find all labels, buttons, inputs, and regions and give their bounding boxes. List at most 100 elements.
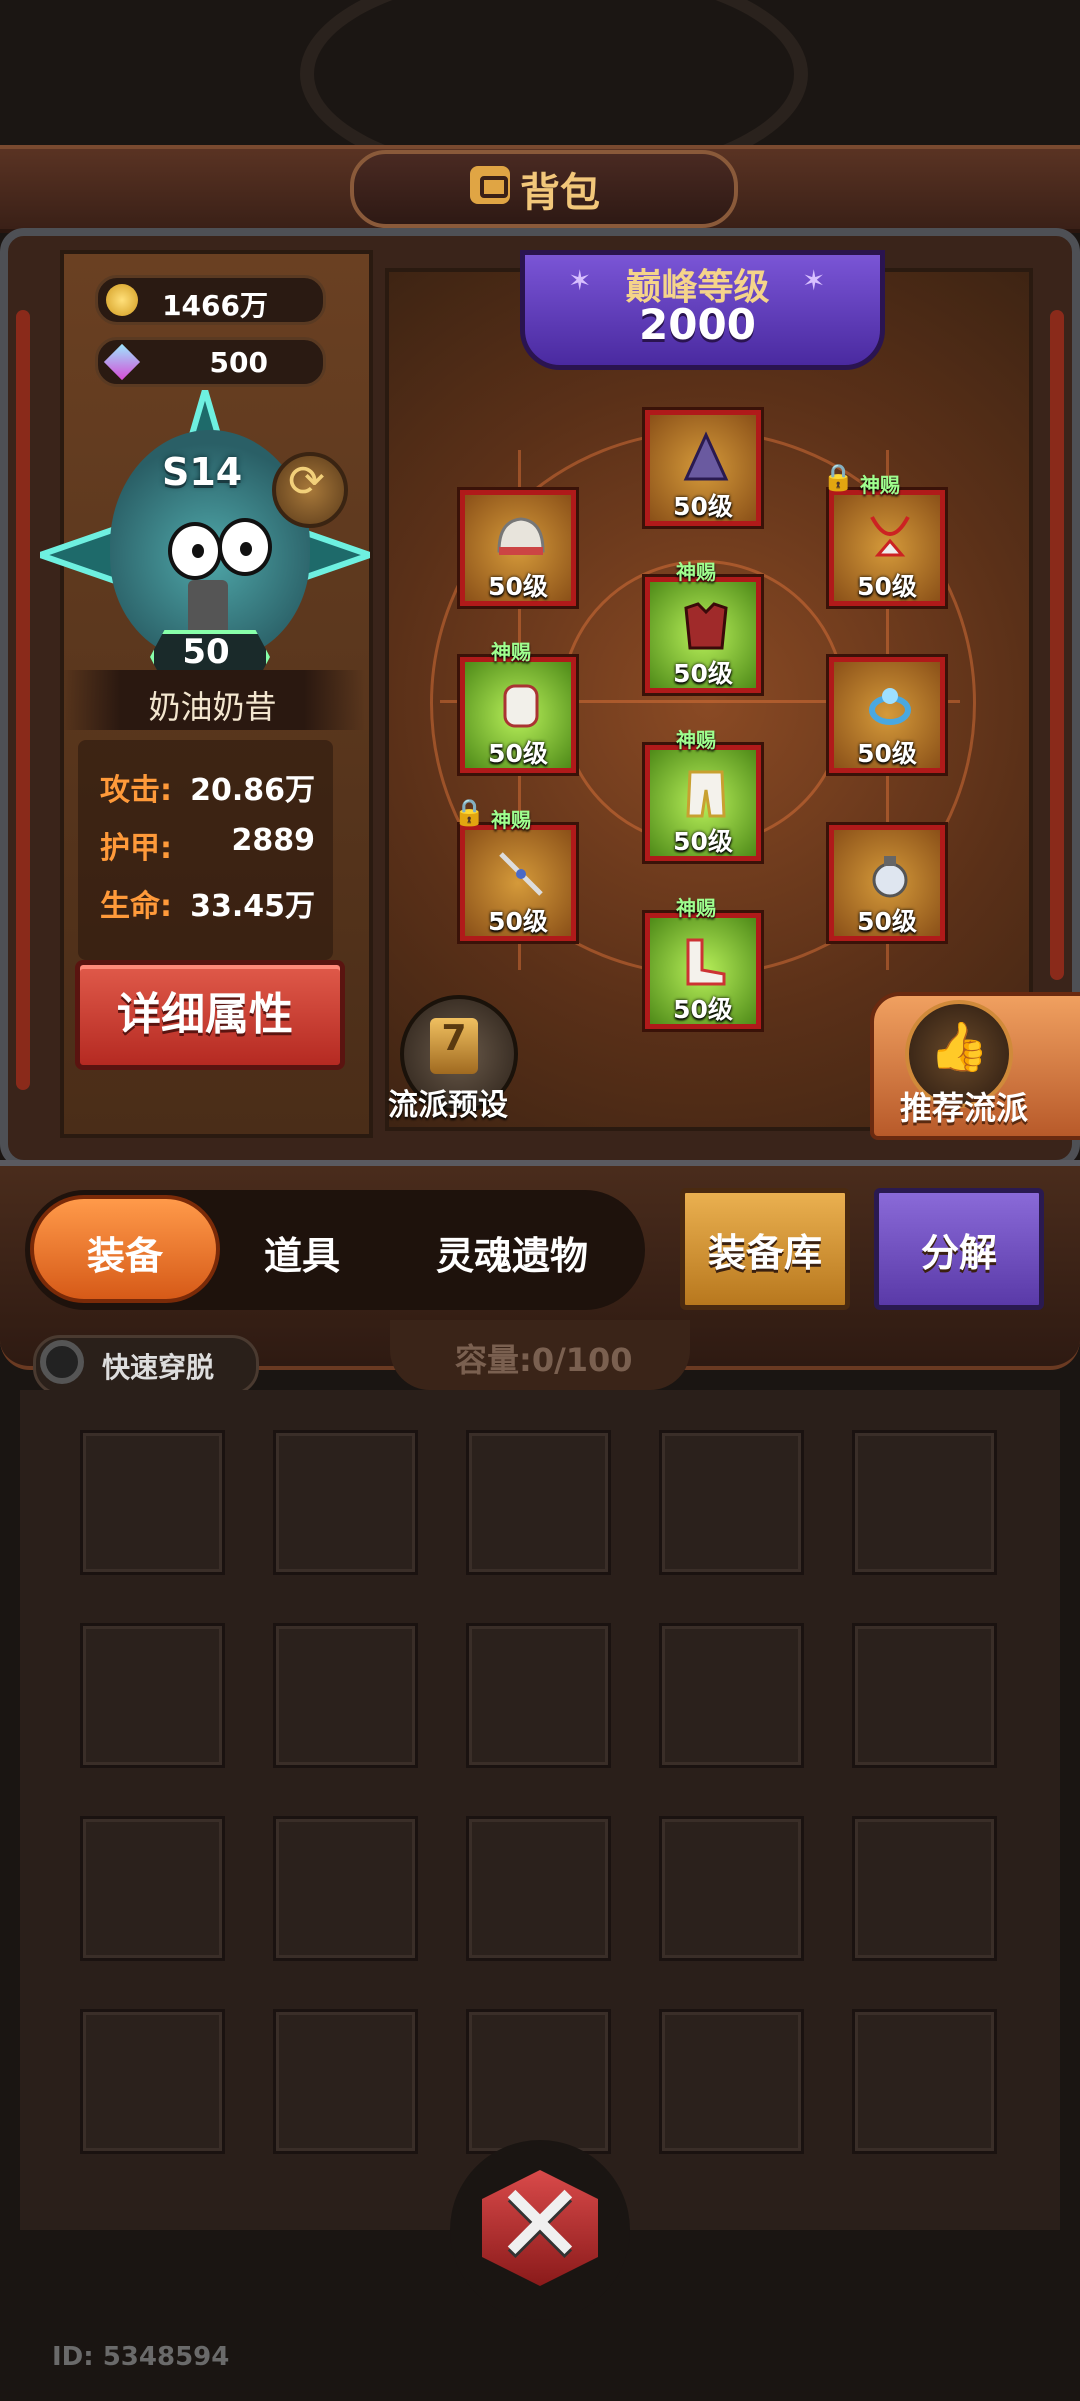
stat-label: 护甲: — [100, 831, 172, 866]
slot-level: 50级 — [488, 739, 548, 768]
equip-slot-boots[interactable]: 神赐 50级 — [645, 896, 761, 1029]
inventory-slot[interactable] — [80, 1816, 225, 1961]
equip-slot-helmet[interactable]: 50级 — [460, 490, 576, 606]
inventory-slot[interactable] — [659, 1623, 804, 1768]
stat-value: 33.45万 — [190, 889, 315, 924]
divine-tag: 神赐 — [860, 473, 900, 497]
equip-slot-necklace[interactable]: 🔒 神赐 50级 — [822, 463, 945, 606]
lock-icon: 🔒 — [822, 463, 855, 493]
refresh-avatar-button[interactable] — [272, 452, 348, 528]
gold-amount: 1466万 — [162, 289, 268, 322]
equip-slot-hat[interactable]: 50级 — [645, 410, 761, 526]
divine-tag: 神赐 — [676, 896, 716, 920]
inventory-slot[interactable] — [466, 2009, 611, 2154]
inventory-slot[interactable] — [852, 2009, 997, 2154]
wizard-hat-icon — [683, 431, 729, 481]
slot-level: 50级 — [857, 907, 917, 936]
inventory-slot[interactable] — [273, 1430, 418, 1575]
stat-label: 生命: — [100, 889, 172, 924]
equip-slot-pouch[interactable]: 50级 — [829, 825, 945, 941]
equipment-library-label[interactable]: 装备库 — [680, 1222, 850, 1277]
equip-slot-chest[interactable]: 神赐 50级 — [645, 560, 761, 693]
inventory-slot[interactable] — [273, 1623, 418, 1768]
inventory-slot[interactable] — [466, 1430, 611, 1575]
equip-slot-pants[interactable]: 神赐 50级 — [645, 728, 761, 861]
preset-label[interactable]: 流派预设 — [388, 1080, 508, 1124]
quick-equip-label: 快速穿脱 — [102, 1351, 215, 1384]
equip-slot-gloves[interactable]: 神赐 50级 — [460, 640, 576, 773]
chest-armor-icon — [684, 602, 728, 650]
slot-level: 50级 — [673, 827, 733, 856]
pants-icon — [686, 770, 726, 818]
frame-accent-left — [16, 310, 30, 1090]
necklace-icon — [870, 516, 910, 557]
equip-slot-weapon[interactable]: 🔒 神赐 50级 — [453, 798, 576, 941]
slot-level: 50级 — [857, 739, 917, 768]
hero-level: 50 — [182, 632, 230, 672]
slot-level: 50级 — [488, 907, 548, 936]
avatar-eye-right — [218, 518, 272, 576]
slot-level: 50级 — [673, 492, 733, 521]
decompose-label[interactable]: 分解 — [874, 1222, 1044, 1277]
slot-level: 50级 — [673, 995, 733, 1024]
helmet-icon — [497, 517, 545, 555]
tab-equipment[interactable]: 装备 — [87, 1225, 163, 1280]
slot-level: 50级 — [488, 572, 548, 601]
inventory-slot[interactable] — [659, 1430, 804, 1575]
inventory-slot[interactable] — [852, 1430, 997, 1575]
close-icon[interactable]: ✕ — [482, 2160, 598, 2288]
capacity-value: 0/100 — [531, 1341, 633, 1379]
weapon-icon — [499, 852, 543, 896]
gloves-icon — [503, 684, 539, 728]
recommend-build-label[interactable]: 推荐流派 — [900, 1083, 1028, 1129]
inventory-slot[interactable] — [80, 2009, 225, 2154]
user-id: ID: 5348594 — [52, 2342, 230, 2372]
inventory-slot[interactable] — [852, 1623, 997, 1768]
inventory-slot[interactable] — [273, 2009, 418, 2154]
stat-armor: 护甲: 2889 — [100, 823, 315, 873]
slot-level: 50级 — [673, 659, 733, 688]
divine-tag: 神赐 — [676, 728, 716, 752]
inventory-slot[interactable] — [80, 1623, 225, 1768]
stat-label: 攻击: — [100, 773, 172, 808]
gem-amount: 500 — [209, 346, 268, 379]
avatar-eye-left — [168, 522, 222, 580]
stat-value: 2889 — [231, 823, 316, 858]
stat-value: 20.86万 — [190, 773, 315, 808]
inventory-slot[interactable] — [852, 1816, 997, 1961]
inventory-slot[interactable] — [273, 1816, 418, 1961]
gem-counter: 500 — [95, 337, 326, 387]
gem-icon — [103, 343, 141, 381]
peak-level-value: 2000 — [639, 300, 756, 349]
lock-icon: 🔒 — [453, 798, 486, 828]
backpack-icon — [470, 166, 510, 204]
divine-tag: 神赐 — [676, 560, 716, 584]
inventory-slot[interactable] — [466, 1623, 611, 1768]
boots-icon — [686, 938, 726, 986]
stat-attack: 攻击: 20.86万 — [100, 765, 315, 815]
hero-name: 奶油奶昔 — [148, 688, 277, 726]
divine-tag: 神赐 — [491, 808, 531, 832]
toggle-icon[interactable] — [40, 1340, 84, 1384]
frame-accent-right — [1050, 310, 1064, 980]
inventory-slot[interactable] — [659, 1816, 804, 1961]
divine-tag: 神赐 — [491, 640, 531, 664]
slot-level: 50级 — [857, 572, 917, 601]
capacity-label: 容量: — [455, 1341, 532, 1379]
tab-items[interactable]: 道具 — [264, 1225, 340, 1280]
tab-soul-relics[interactable]: 灵魂遗物 — [436, 1225, 588, 1280]
capacity-text: 容量:0/100 — [455, 1335, 633, 1381]
pouch-icon — [872, 856, 908, 898]
ring-icon — [869, 688, 911, 725]
inventory-slot[interactable] — [80, 1430, 225, 1575]
season-label: S14 — [162, 450, 243, 494]
equip-slot-ring[interactable]: 50级 — [829, 657, 945, 773]
preset-icon: 7 — [430, 1018, 478, 1074]
inventory-slot[interactable] — [659, 2009, 804, 2154]
gold-counter: 1466万 — [95, 275, 326, 325]
detail-attributes-label[interactable]: 详细属性 — [75, 978, 335, 1042]
inventory-slot[interactable] — [466, 1816, 611, 1961]
stat-health: 生命: 33.45万 — [100, 881, 315, 931]
page-title: 背包 — [520, 170, 600, 216]
gold-coin-icon — [106, 284, 138, 316]
